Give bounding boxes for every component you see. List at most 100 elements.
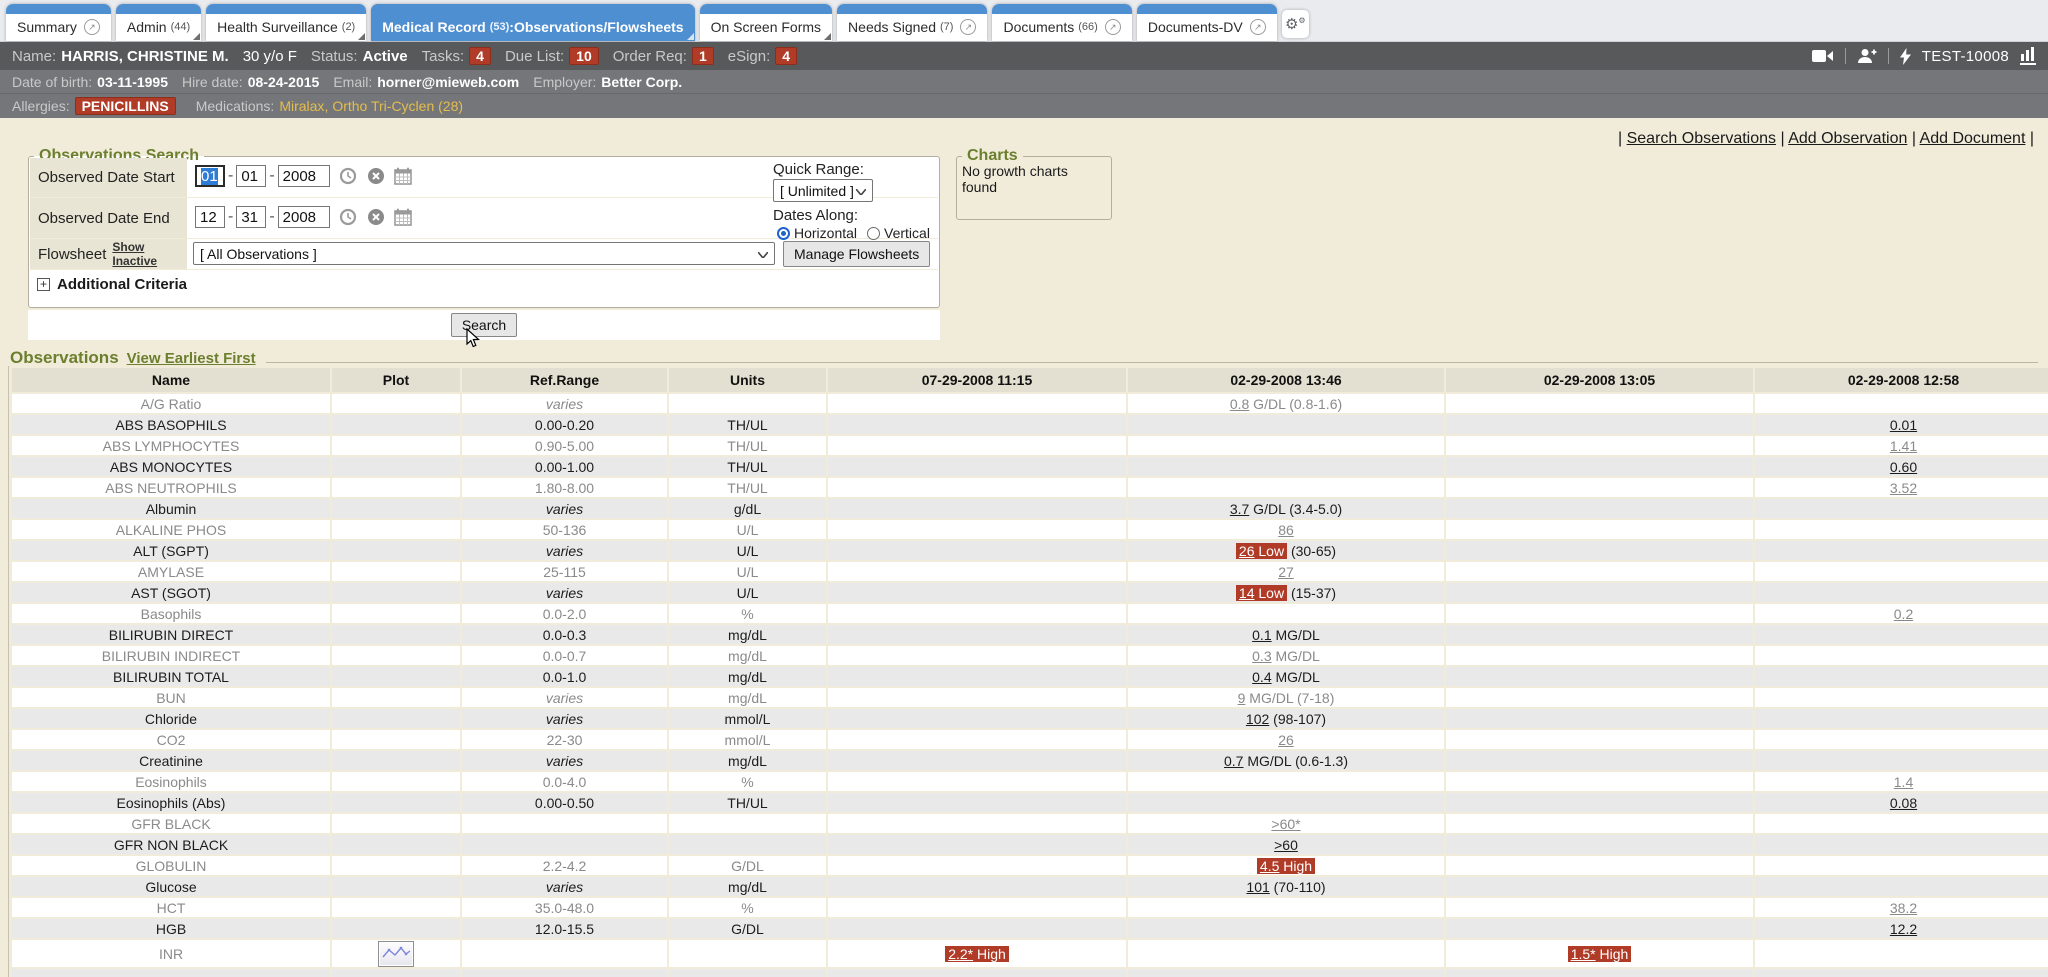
date-start-day-input[interactable]: 01: [236, 165, 266, 187]
column-header-ref-range: Ref.Range: [462, 368, 667, 392]
observation-value-link[interactable]: 0.08: [1890, 795, 1917, 811]
popout-icon[interactable]: ↗: [1105, 19, 1121, 35]
date-end-month-input[interactable]: 12: [195, 206, 225, 228]
observation-value-link[interactable]: 26: [1278, 732, 1294, 748]
due-list-count-badge[interactable]: 10: [569, 47, 599, 65]
clear-date-icon[interactable]: [367, 167, 385, 185]
observation-value-link[interactable]: 0.8: [1230, 396, 1249, 412]
tab-health-surveillance[interactable]: Health Surveillance(2): [206, 4, 366, 41]
horizontal-radio-label: Horizontal: [794, 225, 857, 241]
observation-row-gfr-non-black: GFR NON BLACK>60: [12, 835, 2048, 854]
observation-value-link[interactable]: >60*: [1271, 816, 1300, 832]
date-start-month-input[interactable]: 01: [195, 165, 225, 187]
vertical-radio[interactable]: [867, 227, 880, 240]
abnormal-flag[interactable]: 14 Low: [1236, 585, 1287, 601]
add-observation-link[interactable]: Add Observation: [1788, 130, 1907, 147]
observation-value-link[interactable]: 86: [1278, 522, 1294, 538]
obs-value-cell: [828, 919, 1126, 938]
date-end-label: Observed Date End: [30, 198, 187, 238]
observation-value-link[interactable]: 0.1: [1252, 627, 1271, 643]
charts-panel-title: Charts: [962, 146, 1023, 166]
abnormal-flag[interactable]: 2.2* High: [945, 946, 1009, 962]
observation-value-link[interactable]: 38.2: [1890, 900, 1917, 916]
obs-value-cell: [828, 541, 1126, 560]
observation-value-link[interactable]: 0.7: [1224, 753, 1243, 769]
observation-value-link[interactable]: 0.60: [1890, 459, 1917, 475]
observation-value-link[interactable]: 12.2: [1890, 921, 1917, 937]
tab-needs-signed[interactable]: Needs Signed(7)↗: [837, 4, 987, 41]
observation-value-link[interactable]: 101: [1246, 879, 1269, 895]
observation-value-link[interactable]: 102: [1246, 711, 1269, 727]
calendar-icon[interactable]: [394, 167, 412, 185]
obs-refrange-cell: varies: [462, 751, 667, 770]
allergy-badge[interactable]: PENICILLINS: [75, 97, 176, 115]
medication-link[interactable]: Miralax: [279, 98, 324, 114]
obs-refrange-cell: varies: [462, 394, 667, 413]
abnormal-flag[interactable]: 1.5* High: [1568, 946, 1632, 962]
observation-value-link[interactable]: 1.4: [1894, 774, 1913, 790]
obs-units-cell: %: [669, 898, 826, 917]
obs-value-cell: [828, 562, 1126, 581]
calendar-icon[interactable]: [394, 208, 412, 226]
obs-value-cell: [1128, 940, 1444, 967]
add-person-icon[interactable]: [1857, 48, 1877, 64]
order-req-count-badge[interactable]: 1: [692, 47, 714, 65]
view-earliest-first-link[interactable]: View Earliest First: [127, 350, 256, 367]
show-inactive-link[interactable]: Show Inactive: [112, 240, 187, 268]
date-end-day-input[interactable]: 31: [236, 206, 266, 228]
medication-link[interactable]: Ortho Tri-Cyclen (28): [332, 98, 463, 114]
tab-summary[interactable]: Summary↗: [6, 4, 111, 41]
popout-icon[interactable]: ↗: [84, 19, 100, 35]
obs-name-cell: Albumin: [12, 499, 330, 518]
medications-label: Medications:: [196, 98, 275, 114]
observation-value-link[interactable]: 0.3: [1252, 648, 1271, 664]
obs-refrange-cell: varies: [462, 688, 667, 707]
observation-value-link[interactable]: 0.01: [1890, 417, 1917, 433]
tasks-count-badge[interactable]: 4: [469, 47, 491, 65]
esign-count-badge[interactable]: 4: [775, 47, 797, 65]
obs-units-cell: %: [669, 604, 826, 623]
add-document-link[interactable]: Add Document: [1920, 130, 2026, 147]
popout-icon[interactable]: ↗: [1250, 19, 1266, 35]
observation-value-link[interactable]: 27: [1278, 564, 1294, 580]
observation-value-link[interactable]: 0.2: [1894, 606, 1913, 622]
expand-criteria-icon[interactable]: +: [37, 278, 50, 291]
obs-name-cell: Glucose: [12, 877, 330, 896]
tab-medical-record[interactable]: Medical Record(53):Observations/Flowshee…: [371, 4, 694, 41]
time-picker-icon[interactable]: [339, 167, 357, 185]
observation-value-link[interactable]: 1.41: [1890, 438, 1917, 454]
encounter-lightning-icon[interactable]: [1900, 48, 1911, 65]
date-start-year-input[interactable]: 2008: [278, 165, 330, 187]
patient-demographics-bar: Date of birth: 03-11-1995 Hire date: 08-…: [0, 70, 2048, 93]
popout-icon[interactable]: ↗: [960, 19, 976, 35]
time-picker-icon[interactable]: [339, 208, 357, 226]
tab-count: (2): [342, 21, 355, 33]
video-call-icon[interactable]: [1812, 49, 1834, 63]
flowsheet-select[interactable]: [ All Observations ]: [193, 242, 775, 265]
tab-documents[interactable]: Documents(66)↗: [992, 4, 1131, 41]
obs-plot-cell: [332, 667, 460, 686]
observation-range-text: MG/DL: [1272, 669, 1320, 685]
observation-value-link[interactable]: 0.4: [1252, 669, 1271, 685]
settings-tab[interactable]: ⚙⚙: [1282, 10, 1309, 38]
clear-date-icon[interactable]: [367, 208, 385, 226]
observation-value-link[interactable]: 3.7: [1230, 501, 1249, 517]
date-end-year-input[interactable]: 2008: [278, 206, 330, 228]
order-req-label: Order Req:: [613, 48, 687, 65]
obs-name-cell: A/G Ratio: [12, 394, 330, 413]
manage-flowsheets-button[interactable]: Manage Flowsheets: [783, 241, 930, 267]
observation-value-link[interactable]: >60: [1274, 837, 1298, 853]
bar-chart-icon[interactable]: [2020, 47, 2036, 65]
tab-admin[interactable]: Admin(44): [116, 4, 201, 41]
plot-thumbnail[interactable]: [378, 941, 414, 967]
search-observations-link[interactable]: Search Observations: [1627, 130, 1776, 147]
search-button[interactable]: Search: [451, 313, 517, 337]
tab-documents-dv[interactable]: Documents-DV↗: [1137, 4, 1277, 41]
horizontal-radio[interactable]: [777, 227, 790, 240]
tab-on-screen-forms[interactable]: On Screen Forms: [700, 4, 832, 41]
quick-range-select[interactable]: [ Unlimited ]: [773, 179, 873, 202]
obs-units-cell: mg/dL: [669, 751, 826, 770]
abnormal-flag[interactable]: 4.5 High: [1257, 858, 1315, 874]
abnormal-flag[interactable]: 26 Low: [1236, 543, 1287, 559]
observation-value-link[interactable]: 3.52: [1890, 480, 1917, 496]
